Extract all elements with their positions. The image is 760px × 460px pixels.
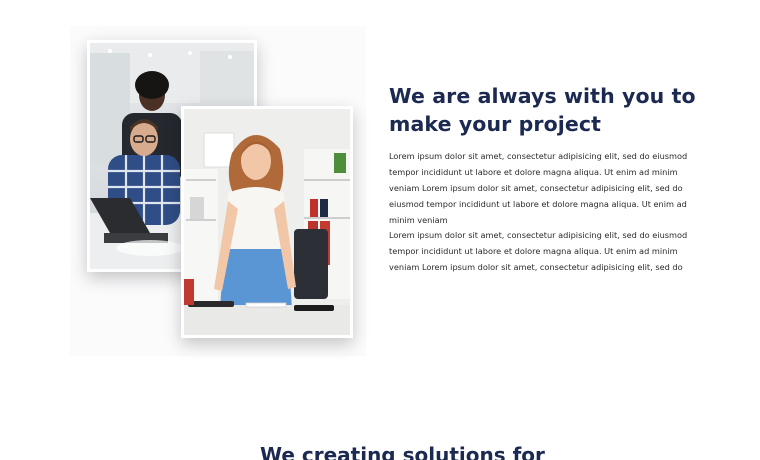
businesswoman-photo xyxy=(181,106,353,338)
next-section-heading: We creating solutions for xyxy=(260,443,545,460)
body-paragraph-2: Lorem ipsum dolor sit amet, consectetur … xyxy=(389,230,688,272)
businesswoman-illustration xyxy=(184,109,350,335)
body-paragraph-1: Lorem ipsum dolor sit amet, consectetur … xyxy=(389,151,688,225)
section-heading: We are always with you to make your proj… xyxy=(389,84,696,136)
about-section: We are always with you to make your proj… xyxy=(0,0,760,460)
